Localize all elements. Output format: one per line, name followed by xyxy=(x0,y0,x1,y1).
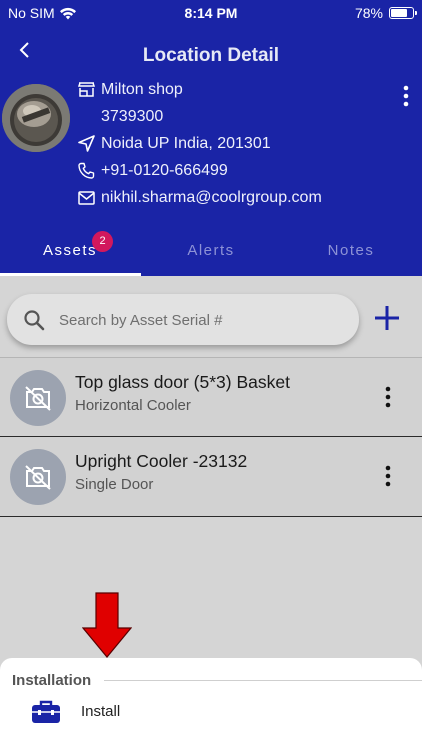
more-options-icon[interactable] xyxy=(400,84,412,108)
toolbox-icon xyxy=(32,700,60,723)
store-icon xyxy=(78,81,100,99)
address-row: Noida UP India, 201301 xyxy=(78,130,322,157)
phone-number[interactable]: +91-0120-666499 xyxy=(101,162,228,180)
active-tab-indicator xyxy=(0,273,141,276)
add-asset-icon[interactable] xyxy=(372,303,402,333)
phone-icon xyxy=(78,162,100,180)
status-bar: No SIM 8:14 PM 78% xyxy=(0,0,422,26)
tab-assets[interactable]: Assets 2 xyxy=(0,226,140,276)
red-down-arrow-icon xyxy=(82,592,132,658)
tab-notes-label: Notes xyxy=(327,242,375,259)
installation-sheet: Installation Install xyxy=(0,658,422,747)
tab-notes[interactable]: Notes xyxy=(281,226,421,276)
mail-icon xyxy=(78,189,100,207)
tab-alerts[interactable]: Alerts xyxy=(141,226,281,276)
location-header: Location Detail Milton shop 3739300 Noid… xyxy=(0,26,422,276)
store-name: Milton shop xyxy=(101,80,183,98)
page-title: Location Detail xyxy=(142,45,280,66)
address[interactable]: Noida UP India, 201301 xyxy=(101,135,271,153)
assets-count-badge: 2 xyxy=(92,231,113,252)
tab-alerts-label: Alerts xyxy=(187,242,235,259)
email[interactable]: nikhil.sharma@coolrgroup.com xyxy=(101,189,322,207)
search-bar xyxy=(7,294,359,345)
location-photo xyxy=(2,84,70,152)
tab-assets-label: Assets xyxy=(42,242,97,259)
sheet-divider xyxy=(104,680,422,681)
location-info: Milton shop 3739300 Noida UP India, 2013… xyxy=(78,76,322,211)
battery-icon xyxy=(389,7,417,19)
store-code-row: 3739300 xyxy=(78,103,322,130)
search-icon xyxy=(24,310,45,331)
asset-subtitle: Single Door xyxy=(75,476,154,493)
asset-title: Upright Cooler -23132 xyxy=(75,451,248,471)
asset-menu-icon[interactable] xyxy=(384,386,392,408)
install-option[interactable]: Install xyxy=(0,696,422,730)
asset-row[interactable]: Top glass door (5*3) Basket Horizontal C… xyxy=(0,357,422,437)
asset-subtitle: Horizontal Cooler xyxy=(75,397,191,414)
asset-title: Top glass door (5*3) Basket xyxy=(75,372,290,392)
search-input[interactable] xyxy=(59,306,349,334)
battery-percent: 78% xyxy=(354,5,383,21)
store-code: 3739300 xyxy=(101,107,164,125)
asset-row[interactable]: Upright Cooler -23132 Single Door xyxy=(0,437,422,517)
store-name-row: Milton shop xyxy=(78,76,322,103)
email-row: nikhil.sharma@coolrgroup.com xyxy=(78,184,322,211)
sheet-title: Installation xyxy=(12,672,92,689)
no-image-icon xyxy=(10,370,66,426)
battery-fill xyxy=(391,9,408,17)
navigation-icon xyxy=(78,135,100,153)
asset-menu-icon[interactable] xyxy=(384,465,392,487)
install-label: Install xyxy=(81,703,121,720)
phone-row: +91-0120-666499 xyxy=(78,157,322,184)
no-image-icon xyxy=(10,449,66,505)
tab-bar: Assets 2 Alerts Notes xyxy=(0,226,422,276)
